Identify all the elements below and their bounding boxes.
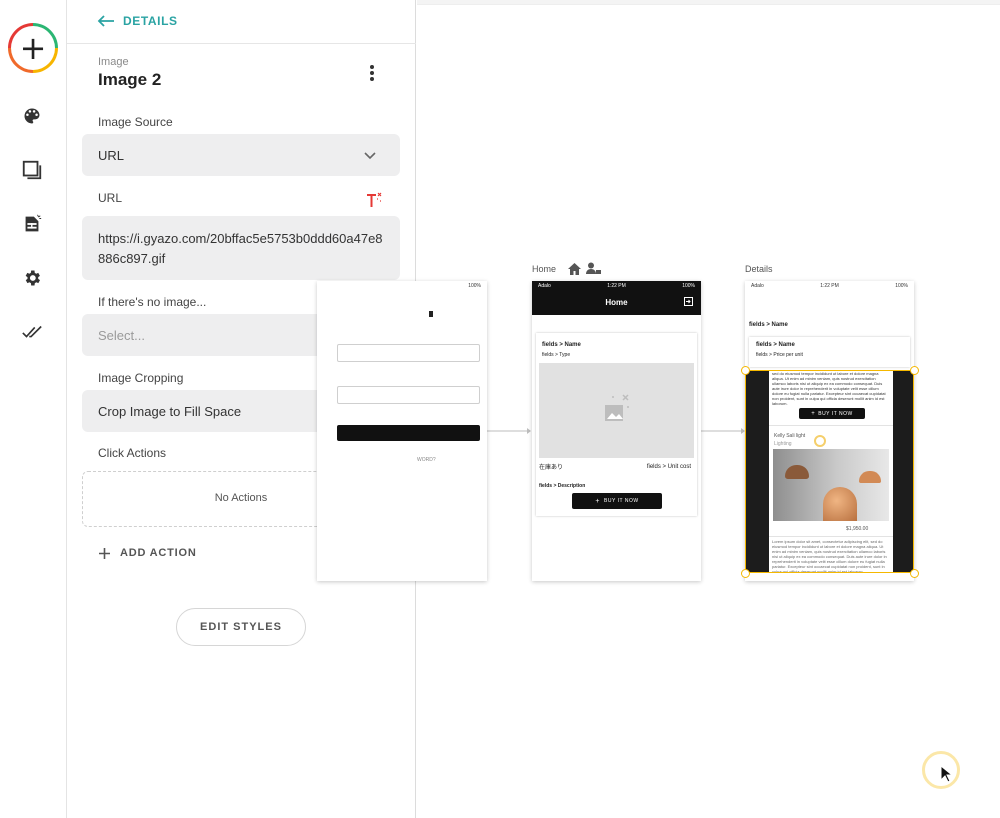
selected-image-element[interactable]: sed do eiusmod tempor incididunt ut labo… <box>745 370 914 573</box>
no-image-placeholder: Select... <box>98 328 145 343</box>
image-source-select[interactable]: URL <box>82 134 400 176</box>
add-action-button[interactable]: ADD ACTION <box>99 547 197 559</box>
plus-icon <box>99 547 110 559</box>
resize-handle-top-right[interactable] <box>910 366 919 375</box>
component-kind: Image <box>98 56 129 68</box>
chevron-down-icon <box>364 152 376 160</box>
database-icon[interactable] <box>20 212 44 236</box>
home-screen-preview[interactable]: Adalo 1:22 PM 100% Home fields > Name fi… <box>532 281 701 581</box>
url-input[interactable]: https://i.gyazo.com/20bffac5e5753b0ddd60… <box>82 216 400 280</box>
no-image-label: If there's no image... <box>98 295 207 309</box>
home-icon <box>568 263 581 275</box>
image-cropping-value: Crop Image to Fill Space <box>98 404 242 419</box>
back-to-details-link[interactable]: DETAILS <box>97 14 178 28</box>
click-actions-label: Click Actions <box>98 446 167 460</box>
arrow-left-icon <box>97 15 114 27</box>
panel-topbar: DETAILS <box>67 0 416 44</box>
more-options-icon[interactable] <box>364 63 380 83</box>
product-price: $1,950.00 <box>846 526 869 532</box>
edit-styles-button[interactable]: EDIT STYLES <box>176 608 306 646</box>
image-source-value: URL <box>98 148 125 163</box>
stock-status: 在庫あり <box>539 465 564 471</box>
buy-it-now-button[interactable]: + BUY IT NOW <box>572 493 662 509</box>
email-field-preview <box>337 344 480 362</box>
logout-icon <box>684 297 693 306</box>
login-button-preview <box>337 425 480 441</box>
app-root: + DETAILS Image Image 2 Image Source URL… <box>0 0 1000 818</box>
forgot-password-link: WORD? <box>417 457 436 463</box>
resize-handle-top-left[interactable] <box>741 366 750 375</box>
details-price: fields > Price per unit <box>756 352 803 358</box>
product-title: Kelly Sali light <box>774 433 806 439</box>
url-label: URL <box>98 191 123 205</box>
palette-icon[interactable] <box>20 104 44 128</box>
plus-icon: + <box>11 26 55 70</box>
details-name-top: fields > Name <box>749 322 788 328</box>
lamp-photo <box>773 449 889 521</box>
component-name[interactable]: Image 2 <box>98 70 161 90</box>
home-header-title: Home <box>605 298 628 307</box>
canvas[interactable]: 100% WORD? Home Adalo 1:22 PM 100% Home … <box>317 0 1000 818</box>
screens-icon[interactable] <box>20 158 44 182</box>
image-source-label: Image Source <box>98 115 173 129</box>
status-battery: 100% <box>468 283 481 289</box>
details-screen-label: Details <box>745 264 773 274</box>
image-placeholder-icon <box>605 394 629 421</box>
canvas-top-border <box>417 0 1000 5</box>
add-component-button[interactable]: + <box>8 23 58 73</box>
password-field-preview <box>337 386 480 404</box>
home-screen-label: Home <box>532 264 557 274</box>
details-name: fields > Name <box>756 342 795 348</box>
magic-text-icon[interactable] <box>364 190 384 210</box>
product-name: fields > Name <box>542 342 581 348</box>
home-header: Adalo 1:22 PM 100% Home <box>532 281 701 315</box>
product-type: fields > Type <box>542 352 571 358</box>
back-label: DETAILS <box>123 14 178 28</box>
double-check-icon[interactable] <box>20 320 44 344</box>
resize-handle-bottom-left[interactable] <box>741 569 750 578</box>
left-toolbar: + <box>0 0 67 818</box>
buy-it-now-button-embedded: + BUY IT NOW <box>799 408 865 419</box>
add-action-label: ADD ACTION <box>120 547 197 559</box>
product-category: Lighting <box>774 441 792 447</box>
resize-handle-bottom-right[interactable] <box>910 569 919 578</box>
image-cropping-label: Image Cropping <box>98 371 184 385</box>
mouse-pointer-icon <box>940 765 953 783</box>
unit-cost: fields > Unit cost <box>646 464 691 470</box>
user-lock-icon <box>586 262 601 274</box>
login-screen-preview[interactable]: 100% WORD? <box>317 281 487 581</box>
lorem-text-bottom: Lorem ipsum dolor sit amet, consectetur … <box>772 539 887 573</box>
product-image-placeholder <box>539 363 694 458</box>
product-card[interactable]: fields > Name fields > Type 在庫あり fields … <box>536 333 697 516</box>
lorem-text-top: sed do eiusmod tempor incididunt ut labo… <box>772 371 886 406</box>
product-description: fields > Description <box>539 483 586 489</box>
settings-gear-icon[interactable] <box>20 266 44 290</box>
